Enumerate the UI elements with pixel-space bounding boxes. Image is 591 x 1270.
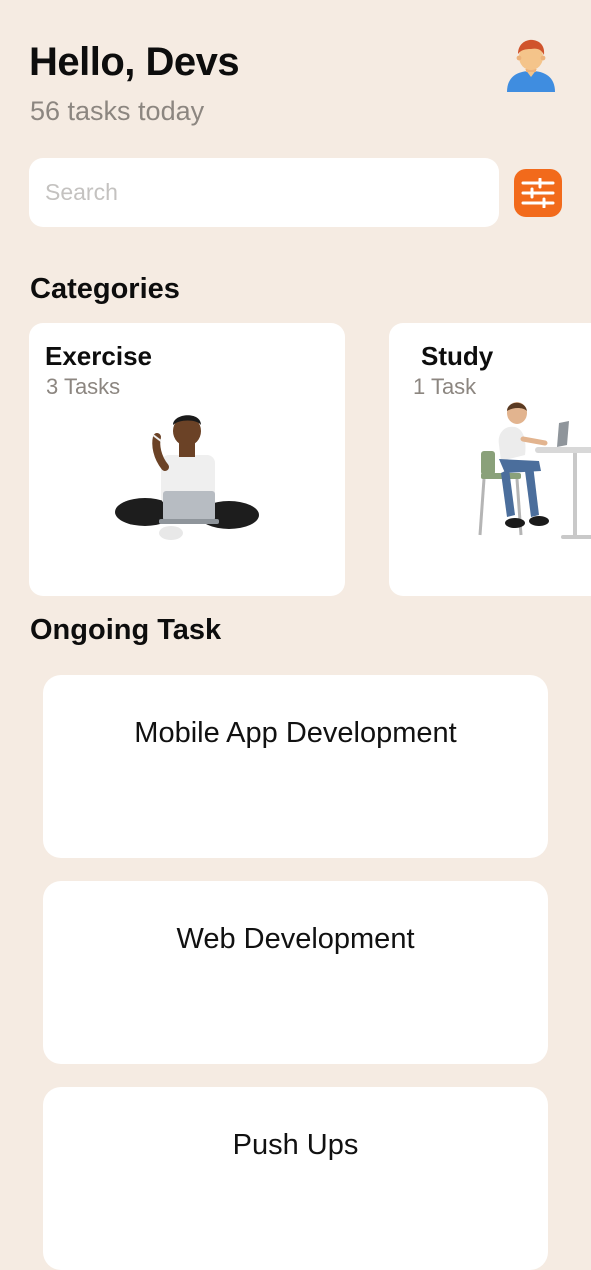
task-card[interactable]: Mobile App Development — [43, 675, 548, 858]
task-name: Mobile App Development — [134, 717, 457, 749]
tasks-today-subtitle: 56 tasks today — [30, 96, 205, 126]
category-name: Study — [421, 341, 494, 371]
task-card[interactable]: Push Ups — [43, 1087, 548, 1270]
category-card-exercise[interactable]: Exercise 3 Tasks — [29, 323, 345, 596]
person-studying-at-desk-illustration — [478, 402, 591, 539]
task-card[interactable]: Web Development — [43, 881, 548, 1064]
ongoing-task-heading: Ongoing Task — [30, 614, 222, 646]
task-name: Web Development — [176, 923, 415, 955]
category-card-study[interactable]: Study 1 Task — [389, 323, 591, 596]
greeting-title: Hello, Devs — [29, 40, 240, 84]
sliders-icon — [521, 178, 555, 208]
category-name: Exercise — [45, 341, 152, 371]
category-count: 3 Tasks — [46, 374, 121, 399]
categories-heading: Categories — [30, 273, 180, 305]
search-box[interactable] — [29, 158, 499, 227]
search-input[interactable] — [43, 178, 485, 207]
filter-button[interactable] — [514, 169, 562, 217]
person-avatar-icon[interactable] — [503, 37, 559, 93]
category-count: 1 Task — [413, 374, 477, 399]
task-name: Push Ups — [232, 1129, 359, 1161]
person-with-laptop-illustration — [115, 415, 259, 540]
